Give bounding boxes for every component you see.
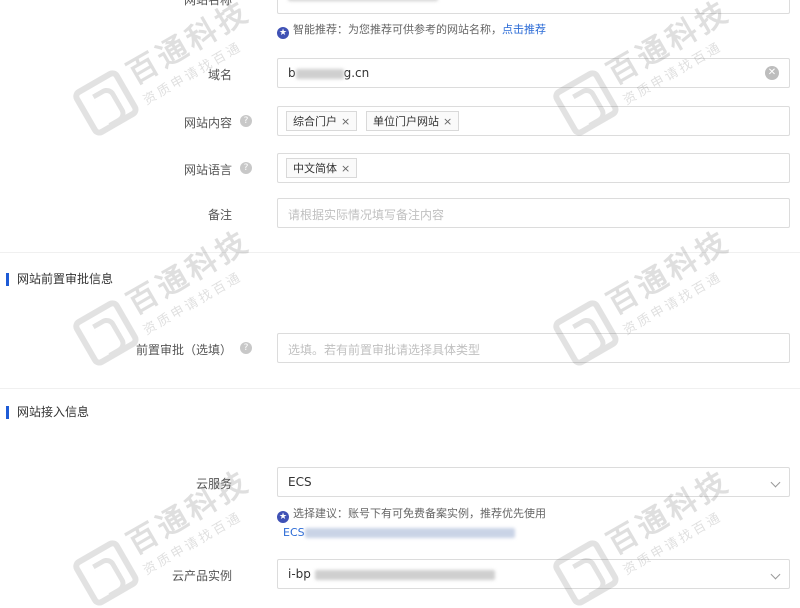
- watermark: 百通科技资质申请找百通: [70, 0, 266, 139]
- watermark: 百通科技资质申请找百通: [70, 464, 266, 608]
- watermark-logo-icon: [70, 66, 142, 139]
- watermark-logo-icon: [70, 296, 142, 369]
- pre-approval-label: 前置审批（选填）: [135, 343, 232, 357]
- recommend-link[interactable]: 点击推荐: [502, 23, 546, 36]
- domain-value-end: g.cn: [343, 66, 370, 80]
- section-title-pre-approval: 网站前置审批信息: [6, 273, 113, 286]
- website-name-hint: ★ 智能推荐：为您推荐可供参考的网站名称，点击推荐: [277, 23, 546, 39]
- tag-comprehensive-portal: 综合门户 ×: [286, 111, 358, 131]
- cloud-instance-value: i-bp: [288, 567, 311, 581]
- cloud-service-hint: ★ 选择建议：账号下有可免费备案实例，推荐优先使用: [277, 507, 546, 523]
- close-icon[interactable]: ×: [341, 115, 350, 128]
- section-title-access: 网站接入信息: [6, 406, 89, 419]
- website-name-label: 网站名称: [183, 0, 232, 7]
- website-content-label: 网站内容: [183, 116, 232, 130]
- cloud-instance-label: 云产品实例: [171, 569, 232, 583]
- redacted-text: [295, 68, 344, 79]
- close-icon[interactable]: ×: [443, 115, 452, 128]
- divider: [0, 388, 800, 389]
- pre-approval-placeholder: 选填。若有前置审批请选择具体类型: [288, 343, 481, 357]
- cloud-instance-select[interactable]: i-bp: [277, 559, 790, 589]
- redacted-text: [304, 528, 515, 538]
- help-icon[interactable]: ?: [240, 342, 252, 354]
- close-icon[interactable]: ×: [341, 162, 350, 175]
- chevron-down-icon: [770, 569, 781, 580]
- cloud-service-label: 云服务: [195, 477, 232, 491]
- ecs-instance-link[interactable]: ECS: [283, 526, 515, 539]
- watermark-logo-icon: [70, 536, 142, 608]
- website-content-select[interactable]: 综合门户 × 单位门户网站 ×: [277, 106, 790, 136]
- remark-placeholder: 请根据实际情况填写备注内容: [288, 208, 445, 222]
- redacted-text: [288, 0, 438, 1]
- domain-input[interactable]: b g.cn ✕: [277, 58, 790, 88]
- website-name-input[interactable]: [277, 0, 790, 14]
- website-language-select[interactable]: 中文简体 ×: [277, 153, 790, 183]
- clear-icon[interactable]: ✕: [765, 66, 779, 80]
- divider: [0, 252, 800, 253]
- cloud-service-select[interactable]: ECS: [277, 467, 790, 497]
- pre-approval-select[interactable]: 选填。若有前置审批请选择具体类型: [277, 333, 790, 363]
- website-language-label: 网站语言: [183, 163, 232, 177]
- help-icon[interactable]: ?: [240, 162, 252, 174]
- star-icon: ★: [277, 511, 289, 523]
- tag-unit-portal: 单位门户网站 ×: [366, 111, 460, 131]
- cloud-service-value: ECS: [288, 475, 312, 489]
- tag-simplified-chinese: 中文简体 ×: [286, 158, 358, 178]
- chevron-down-icon: [770, 477, 781, 488]
- star-icon: ★: [277, 27, 289, 39]
- help-icon[interactable]: ?: [240, 115, 252, 127]
- domain-label: 域名: [207, 68, 232, 82]
- redacted-text: [314, 569, 495, 580]
- domain-value-start: b: [288, 66, 296, 80]
- remark-input[interactable]: 请根据实际情况填写备注内容: [277, 198, 790, 228]
- remark-label: 备注: [207, 208, 232, 222]
